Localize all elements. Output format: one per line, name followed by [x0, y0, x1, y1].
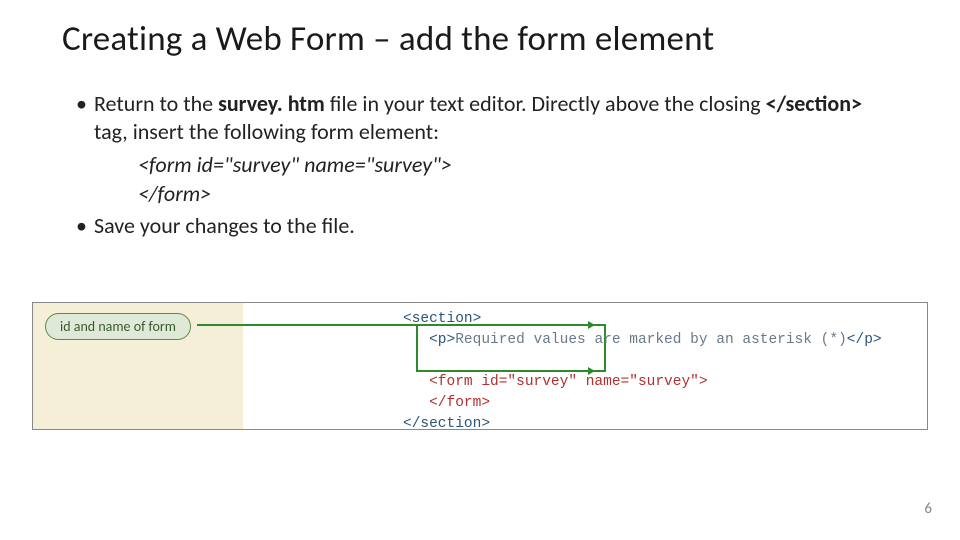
- bullet-1: Return to the survey. htm file in your t…: [76, 90, 896, 145]
- body-text: Return to the survey. htm file in your t…: [76, 90, 896, 244]
- bullet-2: Save your changes to the file.: [76, 212, 896, 240]
- line-section-open: <section>: [403, 309, 882, 330]
- editor-snippet: <section> <p>Required values are marked …: [403, 309, 882, 435]
- inline-code: <form id="survey" name="survey"> </form>: [138, 151, 896, 208]
- line-form-open: <form id="survey" name="survey">: [403, 372, 882, 393]
- code-line-2: </form>: [138, 180, 896, 209]
- callout-label: id and name of form: [45, 313, 191, 340]
- slide-title: Creating a Web Form – add the form eleme…: [62, 18, 714, 60]
- bullet-1-post: tag, insert the following form element:: [94, 118, 439, 145]
- bullet-1-pre: Return to the: [94, 90, 218, 117]
- slide: Creating a Web Form – add the form eleme…: [0, 0, 960, 540]
- line-p: <p>Required values are marked by an aste…: [403, 330, 882, 351]
- code-line-1: <form id="survey" name="survey">: [138, 151, 896, 180]
- bullet-1-mid: file in your text editor. Directly above…: [325, 90, 766, 117]
- code-figure: id and name of form <section> <p>Require…: [32, 302, 928, 430]
- bullet-1-bold-tag: </section>: [766, 90, 862, 117]
- page-number: 6: [924, 500, 932, 518]
- line-section-close: </section>: [403, 414, 882, 435]
- bullet-1-bold-filename: survey. htm: [218, 90, 325, 117]
- line-blank: [403, 351, 882, 372]
- line-form-close: </form>: [403, 393, 882, 414]
